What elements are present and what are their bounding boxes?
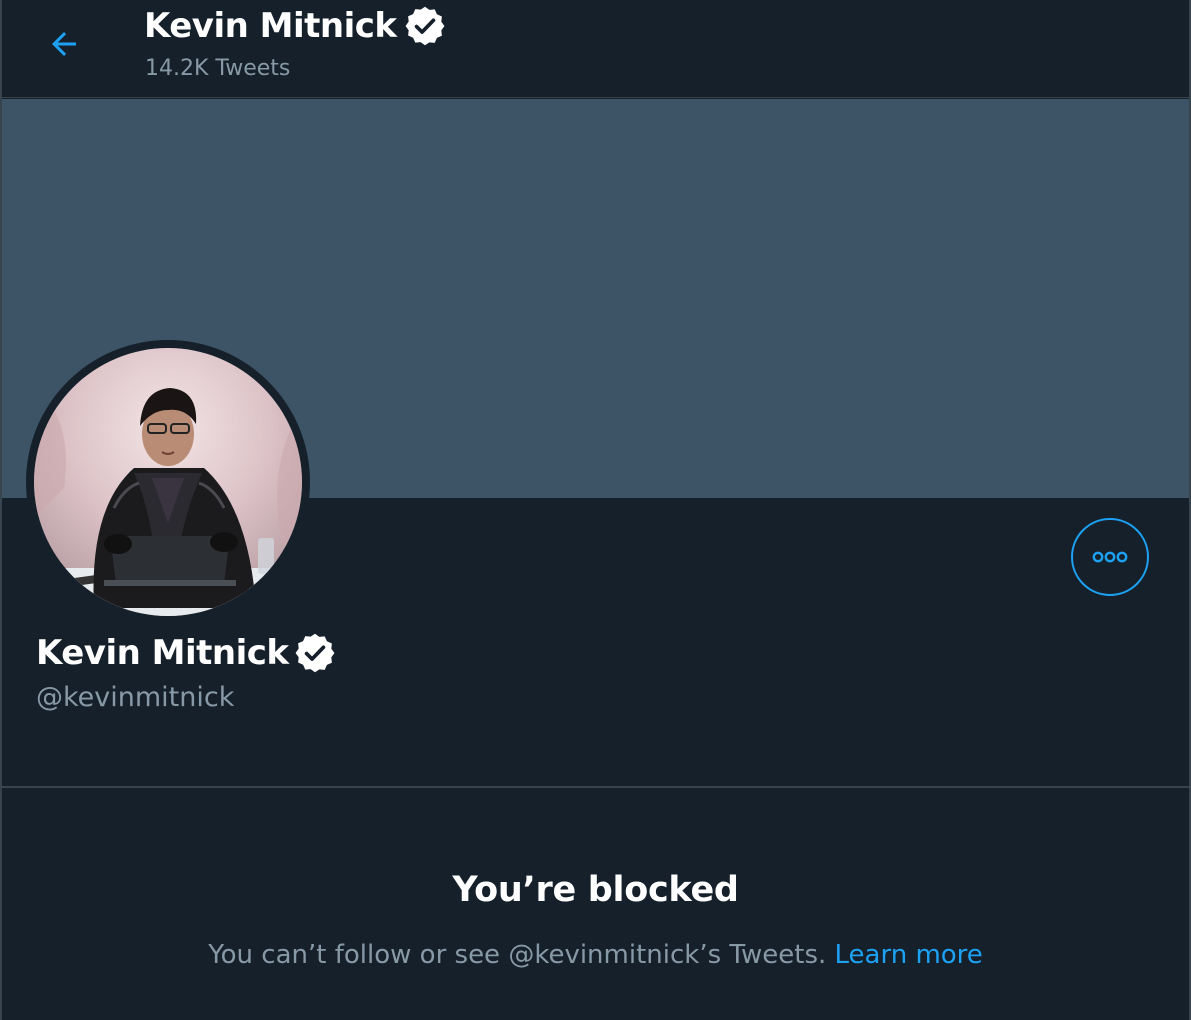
profile-page: Kevin Mitnick 14.2K Tweets Kevin Mitnick… xyxy=(0,0,1191,1020)
blocked-title: You’re blocked xyxy=(452,870,739,910)
header-title-row: Kevin Mitnick xyxy=(144,4,447,48)
profile-name: Kevin Mitnick xyxy=(36,633,289,673)
tweet-count: 14.2K Tweets xyxy=(145,56,291,81)
back-button[interactable] xyxy=(30,18,98,70)
profile-name-row: Kevin Mitnick xyxy=(36,630,337,676)
blocked-message: You can’t follow or see @kevinmitnick’s … xyxy=(208,940,827,970)
avatar-photo xyxy=(34,348,302,616)
learn-more-link[interactable]: Learn more xyxy=(835,940,983,970)
arrow-left-icon xyxy=(52,32,76,56)
profile-handle: @kevinmitnick xyxy=(36,682,235,713)
header-name: Kevin Mitnick xyxy=(144,6,397,46)
blocked-message-row: You can’t follow or see @kevinmitnick’s … xyxy=(2,940,1189,970)
verified-badge-icon xyxy=(405,6,444,46)
more-options-button[interactable] xyxy=(1071,518,1149,596)
divider xyxy=(2,786,1189,788)
avatar[interactable] xyxy=(26,340,310,624)
verified-badge-icon xyxy=(295,633,334,673)
more-horizontal-icon xyxy=(1092,551,1128,563)
top-header: Kevin Mitnick 14.2K Tweets xyxy=(2,0,1189,98)
